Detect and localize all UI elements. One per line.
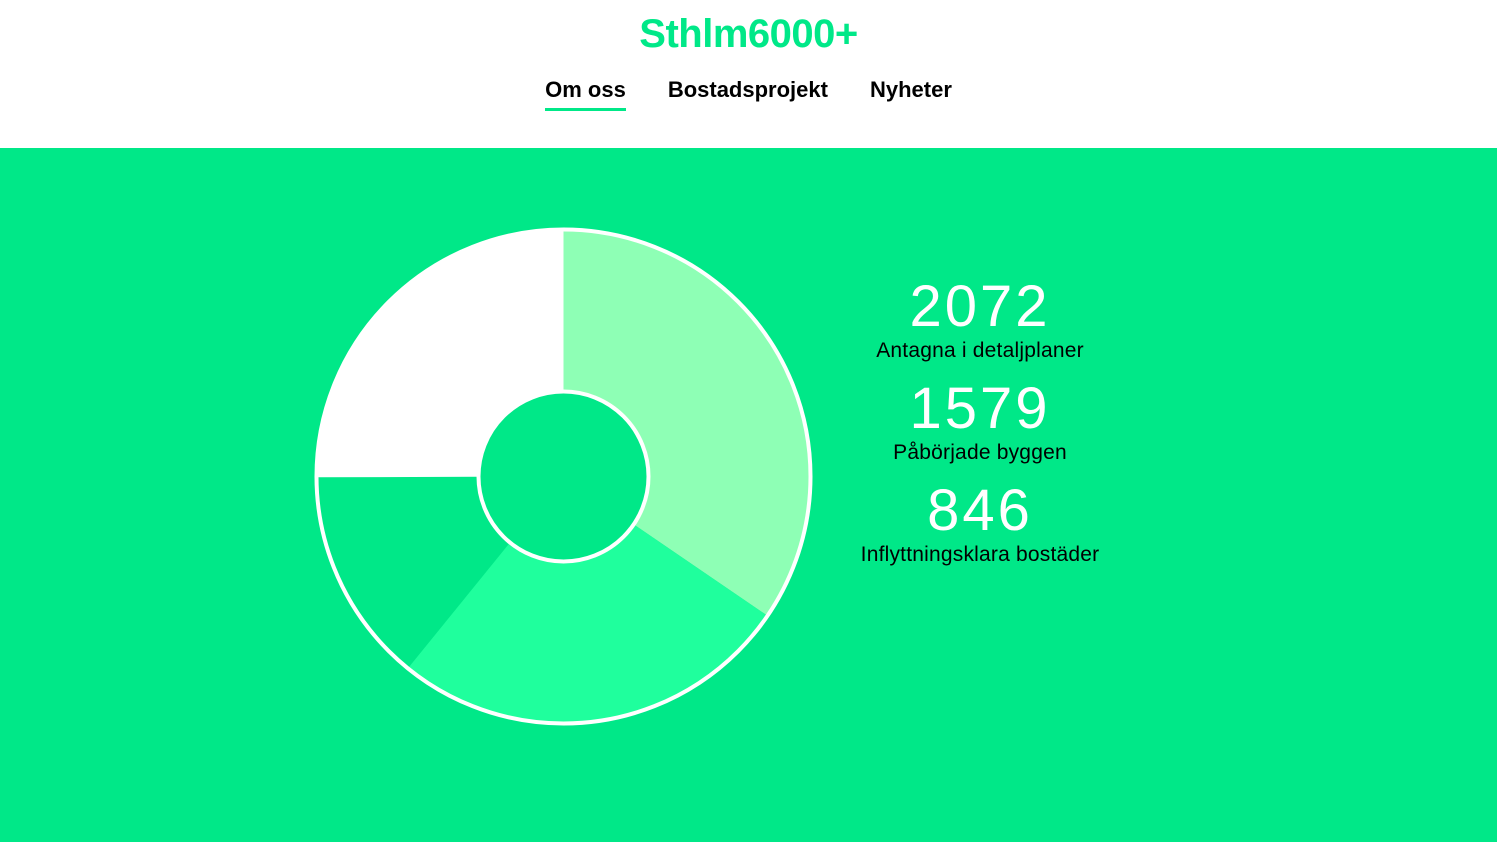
site-header: Sthlm6000+ Om oss Bostadsprojekt Nyheter xyxy=(0,0,1497,148)
stat-item: 2072 Antagna i detaljplaner xyxy=(830,276,1130,364)
stat-label: Påbörjade byggen xyxy=(893,441,1067,464)
main-nav: Om oss Bostadsprojekt Nyheter xyxy=(0,76,1497,111)
nav-item-nyheter[interactable]: Nyheter xyxy=(870,76,952,111)
nav-item-om-oss[interactable]: Om oss xyxy=(545,76,626,111)
stat-item: 846 Inflyttningsklara bostäder xyxy=(830,480,1130,568)
progress-donut-chart xyxy=(314,227,813,726)
stat-label: Inflyttningsklara bostäder xyxy=(860,543,1100,566)
stat-value: 2072 xyxy=(909,274,1051,339)
stats-list: 2072 Antagna i detaljplaner 1579 Påbörja… xyxy=(830,276,1130,582)
stat-item: 1579 Påbörjade byggen xyxy=(830,378,1130,466)
stat-value: 1579 xyxy=(909,376,1051,441)
stats-hero: 2072 Antagna i detaljplaner 1579 Påbörja… xyxy=(0,148,1497,842)
stat-label: Antagna i detaljplaner xyxy=(876,339,1084,362)
nav-item-bostadsprojekt[interactable]: Bostadsprojekt xyxy=(668,76,828,111)
stat-value: 846 xyxy=(927,478,1033,543)
site-logo[interactable]: Sthlm6000+ xyxy=(0,12,1497,57)
donut-center-hole xyxy=(476,389,651,564)
